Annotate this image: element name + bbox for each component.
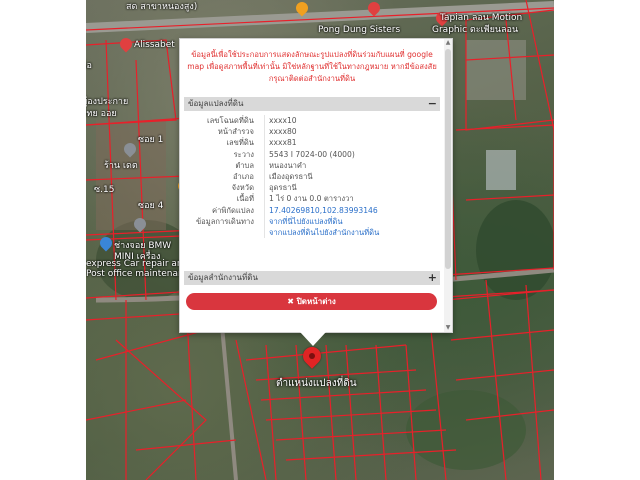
- scroll-up-icon[interactable]: ▲: [444, 39, 452, 47]
- row-label: เนื้อที่: [236, 194, 254, 204]
- info-row-directions: ข้อมูลการเดินทาง จากที่นี่ไปยังแปลงที่ดิน: [184, 215, 440, 228]
- parcel-info-section-header[interactable]: ข้อมูลแปลงที่ดิน −: [184, 97, 440, 111]
- coordinates-link[interactable]: 17.40269810,102.83993146: [269, 206, 378, 215]
- map-label-alissabet: Alissabet: [134, 40, 175, 50]
- collapse-icon[interactable]: −: [428, 97, 437, 111]
- row-value: 1 ไร่ 0 งาน 0.0 ตารางวา: [264, 193, 440, 205]
- info-row-deed-number: เลขโฉนดที่ดิน xxxx10: [184, 115, 440, 127]
- map-label-soi4: ซอย 4: [138, 201, 164, 211]
- directions-to-parcel-link[interactable]: จากที่นี่ไปยังแปลงที่ดิน: [269, 217, 343, 226]
- row-value: อุดรธานี: [264, 182, 440, 194]
- scroll-thumb[interactable]: [445, 49, 451, 269]
- map-label-left-edge: ไอ: [86, 61, 92, 71]
- row-label: ข้อมูลการเดินทาง: [195, 216, 254, 226]
- row-value: เมืองอุดรธานี: [264, 171, 440, 183]
- disclaimer-notice: ข้อมูลนี้เพื่อใช้ประกอบการแสดงลักษณะรูปแ…: [187, 50, 437, 83]
- row-label: เลขโฉนดที่ดิน: [207, 116, 254, 125]
- section-title: ข้อมูลสำนักงานที่ดิน: [188, 273, 258, 282]
- info-row-subdistrict: ตำบล หนองนาคำ: [184, 159, 440, 172]
- parcel-marker-label: ตำแหน่งแปลงที่ดิน: [276, 378, 357, 389]
- info-row-map-sheet: ระวาง 5543 I 7024-00 (4000): [184, 148, 440, 160]
- map-label-soi15: ซ.15: [94, 185, 115, 195]
- parcel-info-popup: ข้อมูลนี้เพื่อใช้ประกอบการแสดงลักษณะรูปแ…: [179, 38, 453, 346]
- row-value: หนองนาคำ: [264, 159, 440, 172]
- info-row-land-number: เลขที่ดิน xxxx81: [184, 137, 440, 149]
- map-label-store: สด สาขาหนองสูง): [126, 2, 198, 12]
- row-label: ตำบล: [235, 160, 254, 170]
- map-label-shop: ร้าน เดต: [104, 161, 138, 171]
- info-row-district: อำเภอ เมืองอุดรธานี: [184, 171, 440, 183]
- row-value: xxxx81: [264, 137, 440, 149]
- row-label: อำเภอ: [233, 172, 254, 182]
- row-label: จังหวัด: [231, 183, 254, 193]
- scroll-down-icon[interactable]: ▼: [444, 324, 452, 332]
- land-office-section-header[interactable]: ข้อมูลสำนักงานที่ดิน +: [184, 271, 440, 285]
- row-value: xxxx80: [264, 126, 440, 138]
- parcel-info-table: เลขโฉนดที่ดิน xxxx10 หน้าสำรวจ xxxx80 เลขท…: [184, 115, 440, 239]
- expand-icon[interactable]: +: [428, 271, 437, 285]
- map-label-bmw3: express Car repair and: [86, 259, 189, 269]
- row-label: เลขที่ดิน: [226, 138, 254, 148]
- map-label-soi1: ซอย 1: [138, 135, 164, 145]
- map-label-left-road-2: ไทย ออย: [86, 109, 117, 119]
- info-row-survey-page: หน้าสำรวจ xxxx80: [184, 126, 440, 138]
- map-label-pong-dung: Pong Dung Sisters: [318, 25, 401, 35]
- info-row-coordinates: ค่าพิกัดแปลง 17.40269810,102.83993146: [184, 204, 440, 216]
- row-label: ค่าพิกัดแปลง: [212, 205, 254, 215]
- directions-to-office-link[interactable]: จากแปลงที่ดินไปยังสำนักงานที่ดิน: [269, 228, 379, 237]
- section-title: ข้อมูลแปลงที่ดิน: [188, 99, 244, 108]
- row-value: xxxx10: [264, 115, 440, 127]
- row-label: หน้าสำรวจ: [217, 127, 254, 137]
- row-label: ระวาง: [233, 149, 254, 159]
- row-value: 5543 I 7024-00 (4000): [264, 148, 440, 160]
- info-row-directions-office: จากแปลงที่ดินไปยังสำนักงานที่ดิน: [184, 227, 440, 239]
- info-row-area: เนื้อที่ 1 ไร่ 0 งาน 0.0 ตารางวา: [184, 193, 440, 205]
- info-row-province: จังหวัด อุดรธานี: [184, 182, 440, 194]
- popup-scrollbar[interactable]: ▲ ▼: [444, 39, 452, 332]
- close-window-button[interactable]: ✖ ปิดหน้าต่าง: [186, 293, 437, 310]
- map-label-graphic: Graphic ตะเพียนลอน: [432, 25, 519, 35]
- row-label: [184, 227, 264, 238]
